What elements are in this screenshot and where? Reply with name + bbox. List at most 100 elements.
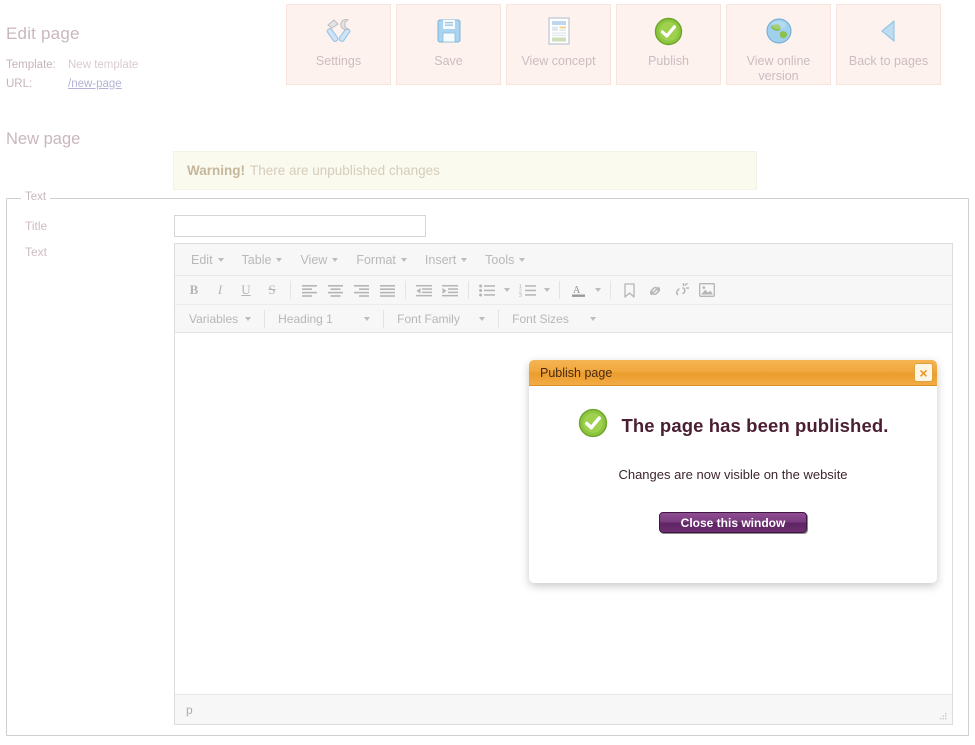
dialog-subtext: Changes are now visible on the website — [618, 467, 848, 482]
resize-grip-icon[interactable] — [938, 711, 948, 721]
back-to-pages-button-label: Back to pages — [848, 54, 929, 68]
page-title: Edit page — [6, 24, 80, 43]
font-family-dropdown[interactable]: Font Family — [389, 309, 493, 329]
svg-text:3: 3 — [519, 293, 522, 297]
publish-page-dialog: Publish page × The page has been publish… — [529, 360, 937, 583]
unlink-icon[interactable] — [668, 279, 694, 301]
action-toolbar: Settings Save View concept Publish View … — [286, 4, 941, 85]
chevron-down-icon — [479, 316, 486, 321]
green-check-circle-icon — [578, 408, 608, 443]
bullet-list-icon[interactable] — [474, 279, 500, 301]
toolbar-separator — [468, 281, 469, 299]
chevron-down-icon — [276, 258, 283, 263]
italic-icon[interactable]: I — [207, 279, 233, 301]
align-center-icon[interactable] — [322, 279, 348, 301]
font-sizes-dropdown-label: Font Sizes — [512, 311, 569, 326]
title-input[interactable] — [174, 215, 426, 237]
image-icon[interactable] — [694, 279, 720, 301]
view-concept-button-label: View concept — [521, 54, 596, 68]
align-right-icon[interactable] — [348, 279, 374, 301]
close-icon[interactable]: × — [914, 363, 933, 382]
dialog-title: Publish page — [540, 365, 613, 380]
link-icon[interactable] — [642, 279, 668, 301]
menu-format[interactable]: Format — [347, 249, 416, 271]
toolbar-separator — [498, 309, 500, 328]
menu-table-label: Table — [241, 252, 272, 267]
document-preview-icon — [545, 14, 573, 48]
title-field-label: Title — [25, 219, 48, 233]
outdent-icon[interactable] — [411, 279, 437, 301]
chevron-down-icon — [595, 288, 601, 292]
url-link[interactable]: /new-page — [68, 75, 122, 94]
toolbar-separator — [610, 281, 611, 299]
toolbar-separator — [559, 281, 560, 299]
fieldset-legend: Text — [21, 191, 51, 203]
strikethrough-glyph: S — [268, 282, 276, 297]
menu-view-label: View — [300, 252, 328, 267]
variables-dropdown-label: Variables — [189, 311, 239, 326]
back-arrow-icon — [875, 14, 903, 48]
settings-button[interactable]: Settings — [286, 4, 391, 85]
menu-insert[interactable]: Insert — [416, 249, 476, 271]
heading-dropdown[interactable]: Heading 1 — [270, 309, 378, 329]
indent-icon[interactable] — [437, 279, 463, 301]
view-concept-button[interactable]: View concept — [506, 4, 611, 85]
numbered-list-icon[interactable]: 123 — [514, 279, 540, 301]
view-online-version-button-label: View online version — [746, 54, 811, 83]
heading-dropdown-label: Heading 1 — [278, 311, 333, 326]
numbered-list-dropdown-icon[interactable] — [540, 279, 554, 301]
template-label: Template: — [6, 59, 56, 71]
floppy-disk-icon — [435, 14, 463, 48]
chevron-down-icon — [217, 258, 224, 263]
underline-icon[interactable]: U — [233, 279, 259, 301]
chevron-down-icon — [504, 288, 510, 292]
chevron-down-icon — [590, 316, 597, 321]
bullet-list-dropdown-icon[interactable] — [500, 279, 514, 301]
dialog-actions: Close this window — [549, 512, 917, 533]
save-button-label: Save — [434, 54, 463, 68]
chevron-down-icon — [400, 258, 407, 263]
editor-toolbar-row-1: B I U S 1 2 3 A — [175, 276, 952, 305]
editor-toolbar-row-2: Variables Heading 1 Font Family Font Siz… — [175, 305, 952, 333]
chevron-down-icon — [461, 258, 468, 263]
font-family-dropdown-label: Font Family — [397, 311, 460, 326]
text-color-icon[interactable]: A — [565, 279, 591, 301]
menu-format-label: Format — [356, 252, 396, 267]
dialog-heading-row: The page has been published. — [549, 408, 917, 443]
toolbar-separator — [290, 281, 291, 299]
back-to-pages-button[interactable]: Back to pages — [836, 4, 941, 85]
bold-icon[interactable]: B — [181, 279, 207, 301]
bold-glyph: B — [189, 282, 199, 297]
chevron-down-icon — [245, 316, 252, 321]
variables-dropdown[interactable]: Variables — [181, 309, 259, 329]
anchor-icon[interactable] — [616, 279, 642, 301]
toolbar-separator — [383, 309, 385, 328]
warning-strong: Warning! — [187, 163, 245, 178]
settings-button-label: Settings — [315, 54, 362, 68]
menu-edit-label: Edit — [191, 252, 213, 267]
dialog-titlebar: Publish page × — [529, 360, 937, 386]
align-left-icon[interactable] — [296, 279, 322, 301]
menu-edit[interactable]: Edit — [182, 249, 233, 271]
font-sizes-dropdown[interactable]: Font Sizes — [504, 309, 604, 329]
text-color-dropdown-icon[interactable] — [591, 279, 605, 301]
toolbar-separator — [405, 281, 406, 299]
template-value: New template — [68, 59, 139, 71]
align-justify-icon[interactable] — [374, 279, 400, 301]
menu-tools[interactable]: Tools — [476, 249, 534, 271]
chevron-down-icon — [332, 258, 339, 263]
close-this-window-button[interactable]: Close this window — [659, 512, 807, 533]
app-root: Edit page Template: New template URL: /n… — [0, 0, 975, 745]
menu-view[interactable]: View — [291, 249, 347, 271]
save-button[interactable]: Save — [396, 4, 501, 85]
italic-glyph: I — [217, 282, 223, 297]
publish-button[interactable]: Publish — [616, 4, 721, 85]
editor-statusbar: p — [175, 694, 952, 724]
element-path[interactable]: p — [186, 703, 193, 717]
warning-banner: Warning! There are unpublished changes — [173, 151, 757, 190]
view-online-version-button[interactable]: View online version — [726, 4, 831, 85]
template-row: Template: New template — [6, 56, 286, 75]
menu-table[interactable]: Table — [233, 249, 292, 271]
dialog-heading: The page has been published. — [621, 414, 889, 436]
strikethrough-icon[interactable]: S — [259, 279, 285, 301]
